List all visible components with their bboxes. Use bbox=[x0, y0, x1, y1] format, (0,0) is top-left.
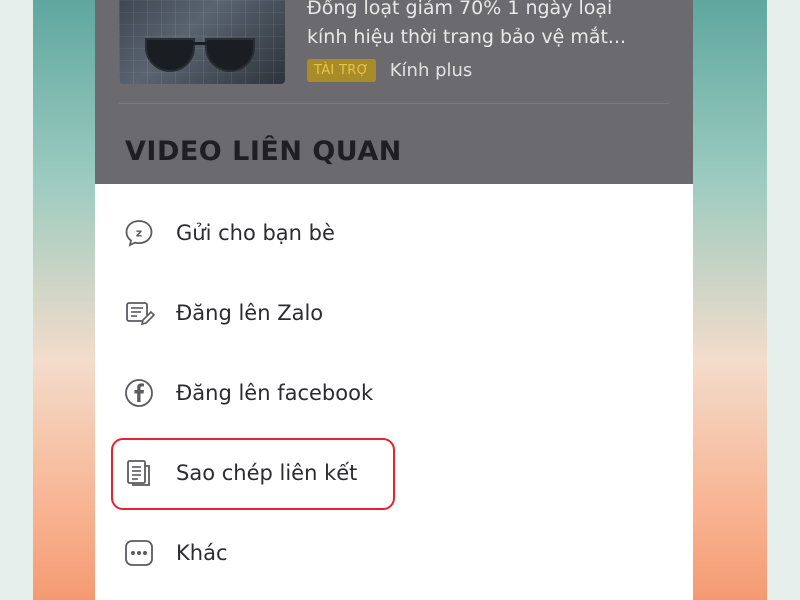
menu-item-post-zalo[interactable]: Đăng lên Zalo bbox=[95, 283, 693, 343]
screenshot-canvas: Đồng loạt giảm 70% 1 ngày loại kính hiệu… bbox=[0, 0, 800, 600]
divider bbox=[119, 103, 669, 104]
phone-screen: Đồng loạt giảm 70% 1 ngày loại kính hiệu… bbox=[95, 0, 693, 600]
outer-margin-right bbox=[767, 0, 800, 600]
copy-link-highlight-box bbox=[111, 438, 395, 510]
more-dots-icon bbox=[123, 537, 155, 569]
background-gradient-left bbox=[33, 0, 95, 600]
ad-thumbnail[interactable] bbox=[119, 0, 285, 84]
sponsor-badge: TÀI TRỢ bbox=[307, 58, 376, 82]
ad-meta: TÀI TRỢ Kính plus bbox=[307, 56, 472, 84]
facebook-icon bbox=[123, 377, 155, 409]
menu-item-label: Đăng lên facebook bbox=[176, 381, 374, 405]
menu-item-post-facebook[interactable]: Đăng lên facebook bbox=[95, 363, 693, 423]
background-gradient-right bbox=[693, 0, 767, 600]
dimmed-overlay[interactable]: Đồng loạt giảm 70% 1 ngày loại kính hiệu… bbox=[95, 0, 693, 184]
ad-headline-line2: kính hiệu thời trang bảo vệ mắt... bbox=[307, 26, 627, 48]
ad-headline[interactable]: Đồng loạt giảm 70% 1 ngày loại kính hiệu… bbox=[307, 0, 677, 52]
menu-item-other[interactable]: Khác bbox=[95, 523, 693, 583]
menu-item-label: Gửi cho bạn bè bbox=[176, 221, 335, 245]
svg-text:z: z bbox=[136, 227, 142, 240]
outer-margin-left bbox=[0, 0, 33, 600]
ad-headline-line1: Đồng loạt giảm 70% 1 ngày loại bbox=[307, 0, 613, 19]
zalo-chat-icon: z bbox=[123, 217, 155, 249]
menu-item-label: Đăng lên Zalo bbox=[176, 301, 324, 325]
post-edit-icon bbox=[123, 297, 155, 329]
section-title: VIDEO LIÊN QUAN bbox=[125, 136, 402, 167]
ad-brand: Kính plus bbox=[389, 59, 473, 81]
menu-item-send-to-friends[interactable]: z Gửi cho bạn bè bbox=[95, 203, 693, 263]
menu-item-label: Khác bbox=[176, 541, 228, 565]
